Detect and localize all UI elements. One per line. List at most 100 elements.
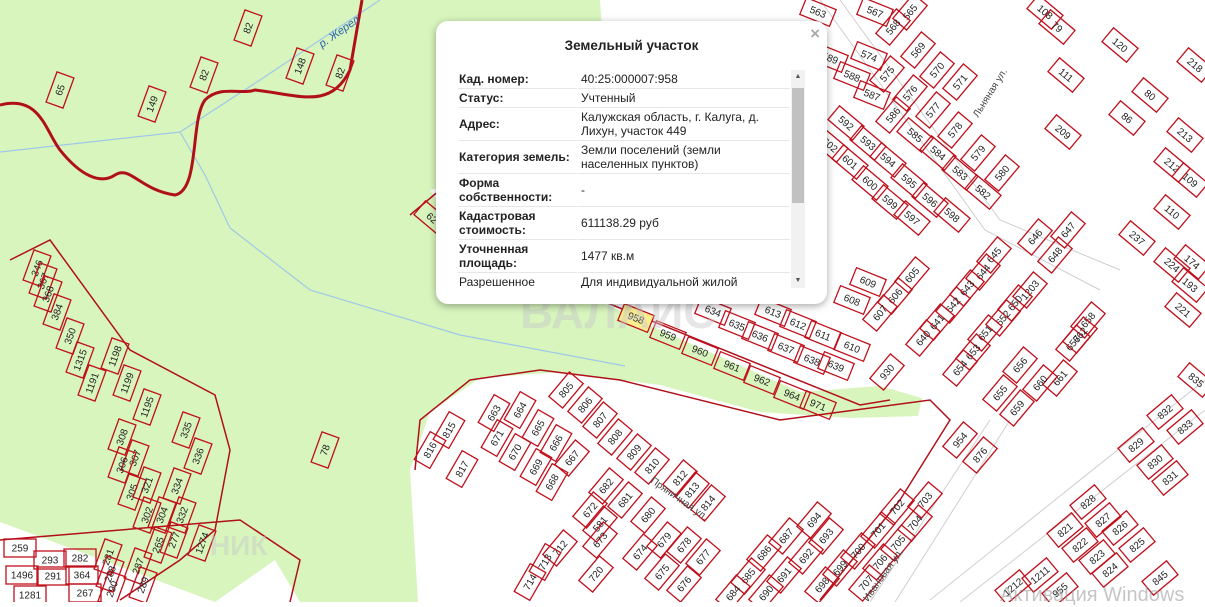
parcel-647[interactable]: 647 [1049, 211, 1087, 249]
parcel-number: 815 [441, 420, 459, 440]
parcel-637[interactable]: 637 [766, 332, 806, 364]
parcel-number: 664 [512, 400, 530, 420]
attribute-key: Кад. номер: [458, 71, 577, 89]
attribute-value: Учтенный [578, 90, 790, 108]
attribute-key: Статус: [458, 90, 577, 108]
attribute-value: 40:25:000007:958 [578, 71, 790, 89]
parcel-687[interactable]: 687 [767, 517, 805, 555]
parcel-1496[interactable]: 1496 [5, 565, 39, 585]
parcel-583[interactable]: 583 [941, 154, 979, 192]
parcel-597[interactable]: 597 [893, 199, 931, 237]
parcel-930[interactable]: 930 [868, 353, 906, 391]
parcel-680[interactable]: 680 [629, 496, 667, 534]
parcel-833[interactable]: 833 [1166, 408, 1204, 446]
parcel-592[interactable]: 592 [827, 104, 865, 142]
parcel-120[interactable]: 120 [1101, 26, 1139, 64]
parcel-682[interactable]: 682 [587, 467, 625, 505]
parcel-584[interactable]: 584 [919, 134, 957, 172]
parcel-number: 111 [1056, 67, 1075, 85]
attribute-row: Адрес: Калужская область, г. Калуга, д. Л… [458, 109, 790, 141]
parcel-number: 259 [12, 544, 29, 555]
parcel-661[interactable]: 661 [1041, 359, 1079, 397]
parcel-686[interactable]: 686 [745, 534, 783, 572]
parcel-817[interactable]: 817 [445, 449, 479, 489]
parcel-213[interactable]: 213 [1166, 116, 1204, 154]
parcel-954[interactable]: 954 [941, 421, 979, 459]
parcel-567[interactable]: 567 [855, 0, 895, 28]
parcel-218[interactable]: 218 [1176, 46, 1205, 84]
parcel-815[interactable]: 815 [432, 410, 466, 450]
attribute-key: Адрес: [458, 109, 577, 141]
parcel-291[interactable]: 291 [36, 566, 70, 586]
parcel-number: 1281 [19, 591, 42, 602]
parcel-number: 666 [548, 433, 566, 453]
parcel-571[interactable]: 571 [941, 63, 979, 101]
scrollbar-thumb[interactable] [792, 88, 804, 203]
parcel-number: 282 [72, 554, 89, 565]
parcel-193[interactable]: 193 [1171, 266, 1205, 304]
parcel-364[interactable]: 364 [65, 565, 99, 585]
attribute-key: Форма собственности: [458, 175, 577, 207]
attribute-key: Разрешенное [458, 274, 577, 288]
scroll-up-icon[interactable]: ▲ [791, 70, 805, 84]
parcel-number: 291 [45, 572, 62, 583]
parcel-600[interactable]: 600 [851, 164, 889, 202]
parcel-number: 1496 [11, 571, 34, 582]
parcel-259[interactable]: 259 [3, 538, 37, 558]
parcel-569[interactable]: 569 [899, 31, 937, 69]
attribute-row: Кад. номер: 40:25:000007:958 [458, 71, 790, 89]
parcel-605[interactable]: 605 [893, 256, 931, 294]
parcel-80[interactable]: 80 [1131, 76, 1169, 114]
parcel-267[interactable]: 267 [68, 583, 102, 602]
attribute-row: Форма собственности: - [458, 175, 790, 207]
parcel-number: 714 [522, 572, 540, 592]
parcel-805[interactable]: 805 [547, 371, 585, 409]
parcel-number: 364 [74, 571, 91, 582]
parcel-attributes-table: Кад. номер: 40:25:000007:958 Статус: Учтенн… [457, 70, 791, 288]
parcel-111[interactable]: 111 [1047, 56, 1085, 94]
parcel-692[interactable]: 692 [787, 537, 825, 575]
parcel-585[interactable]: 585 [896, 116, 934, 154]
attribute-key: Уточненная площадь: [458, 241, 577, 273]
parcel-598[interactable]: 598 [933, 196, 971, 234]
parcel-number: 293 [42, 556, 59, 567]
parcel-577[interactable]: 577 [914, 91, 952, 129]
parcel-825[interactable]: 825 [1118, 526, 1156, 564]
parcel-599[interactable]: 599 [871, 183, 909, 221]
attribute-row: Уточненная площадь: 1477 кв.м [458, 241, 790, 273]
attribute-key: Кадастровая стоимость: [458, 208, 577, 240]
watermark-bottom-left: НИК [210, 530, 268, 561]
attribute-value: - [578, 175, 790, 207]
parcel-86[interactable]: 86 [1108, 99, 1146, 137]
parcel-828[interactable]: 828 [1069, 483, 1107, 521]
parcel-720[interactable]: 720 [577, 555, 615, 593]
parcel-570[interactable]: 570 [918, 51, 956, 89]
popup-scroll-area[interactable]: Кад. номер: 40:25:000007:958 Статус: Учтенн… [457, 70, 805, 288]
parcel-675[interactable]: 675 [643, 553, 681, 591]
parcel-110[interactable]: 110 [1153, 193, 1191, 231]
parcel-588[interactable]: 588 [832, 60, 872, 92]
attribute-value: Калужская область, г. Калуга, д. Лихун, … [578, 109, 790, 141]
parcel-595[interactable]: 595 [890, 162, 928, 200]
attribute-key: Категория земель: [458, 142, 577, 174]
parcel-638[interactable]: 638 [792, 344, 832, 376]
parcel-835[interactable]: 835 [1177, 361, 1205, 399]
popup-title: Земельный участок [564, 38, 699, 53]
parcel-number: 669 [528, 457, 546, 477]
parcel-587[interactable]: 587 [852, 79, 892, 111]
windows-activation-watermark: Активация Windows [1000, 584, 1185, 606]
attribute-value: 1477 кв.м [578, 241, 790, 273]
parcel-number: 267 [77, 589, 94, 600]
parcel-number: 665 [530, 418, 548, 438]
parcel-578[interactable]: 578 [936, 111, 974, 149]
parcel-209[interactable]: 209 [1044, 113, 1082, 151]
parcel-number: 670 [507, 442, 525, 462]
parcel-221[interactable]: 221 [1164, 291, 1202, 329]
scrollbar[interactable]: ▲ ▼ [791, 70, 805, 288]
scroll-down-icon[interactable]: ▼ [791, 274, 805, 288]
parcel-293[interactable]: 293 [33, 550, 67, 570]
parcel-1281[interactable]: 1281 [13, 585, 47, 602]
parcel-636[interactable]: 636 [740, 320, 780, 352]
parcel-832[interactable]: 832 [1146, 393, 1184, 431]
parcel-237[interactable]: 237 [1118, 219, 1156, 257]
